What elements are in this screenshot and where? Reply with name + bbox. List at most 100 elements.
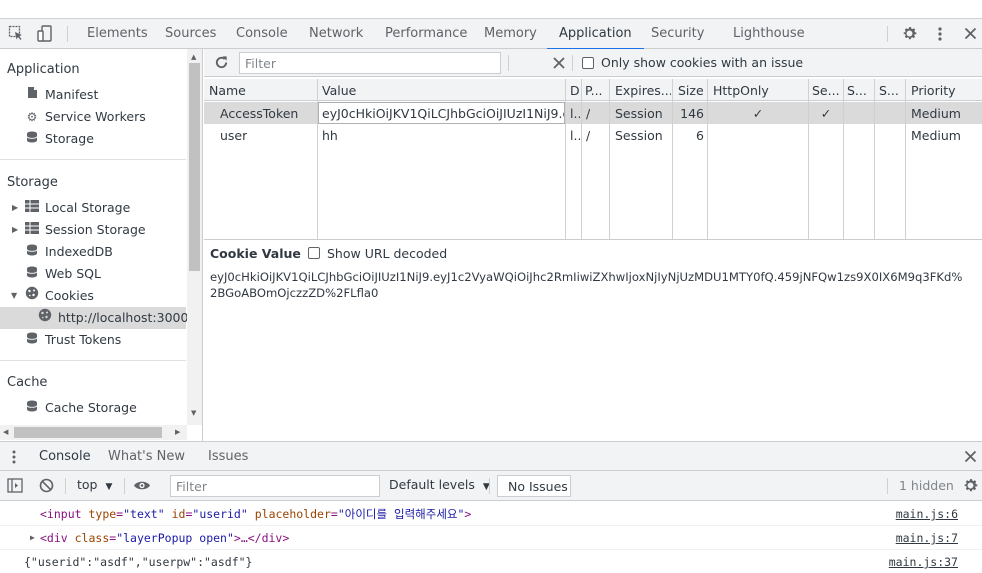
console-element-input[interactable]: <input type="text" id="userid" placehold…	[40, 502, 471, 526]
only-issue-checkbox[interactable]	[582, 57, 594, 69]
drawer-tab-console[interactable]: Console	[27, 442, 103, 473]
console-settings-gear-icon[interactable]	[962, 477, 979, 494]
column-header-httponly[interactable]: HttpOnly	[713, 80, 769, 102]
tab-lighthouse[interactable]: Lighthouse	[733, 19, 805, 49]
cell-expires[interactable]: Session	[615, 103, 663, 125]
column-header-expires[interactable]: Expires...	[615, 80, 671, 102]
sidebar-item-web-sql[interactable]: Web SQL	[25, 263, 101, 285]
scroll-down-arrow-icon[interactable]: ▼	[191, 409, 196, 417]
sidebar-item-cache-storage[interactable]: Cache Storage	[25, 397, 137, 419]
console-message[interactable]: ▶ <div class="layerPopup open">…</div> m…	[0, 526, 982, 550]
sidebar-vertical-scrollbar[interactable]: ▲ ▼	[187, 49, 202, 425]
column-header-name[interactable]: Name	[209, 80, 246, 102]
cell-samesite[interactable]	[847, 125, 873, 147]
scrollbar-thumb[interactable]	[189, 63, 200, 271]
cell-secure[interactable]	[809, 125, 843, 147]
cookie-value-text[interactable]: eyJ0cHkiOiJKV1QiLCJhbGciOiJIUzI1NiJ9.eyJ…	[210, 269, 982, 301]
column-header-secure[interactable]: Se...	[812, 80, 842, 102]
refresh-icon[interactable]	[214, 55, 229, 70]
cell-name[interactable]: AccessToken	[220, 103, 298, 125]
column-header-domain[interactable]: D	[570, 80, 580, 102]
cell-path[interactable]: /	[586, 125, 590, 147]
cell-name[interactable]: user	[220, 125, 247, 147]
console-filter-input[interactable]: Filter	[170, 475, 380, 497]
cell-size[interactable]: 6	[674, 125, 704, 147]
sidebar-item-cookies[interactable]: Cookies	[25, 285, 94, 307]
column-header-sameparty[interactable]: S...	[879, 80, 904, 102]
cell-path[interactable]: /	[586, 103, 590, 125]
tab-memory[interactable]: Memory	[484, 19, 537, 49]
tab-application[interactable]: Application	[547, 19, 644, 50]
cell-value[interactable]: hh	[322, 125, 564, 147]
settings-gear-icon[interactable]	[901, 25, 918, 42]
context-selector[interactable]: top ▼	[77, 477, 112, 492]
sidebar-item-local-storage[interactable]: Local Storage	[25, 197, 130, 219]
collapse-arrow-icon[interactable]: ▼	[11, 291, 17, 300]
cookies-filter-input[interactable]: Filter	[239, 52, 501, 74]
more-options-icon[interactable]	[935, 26, 945, 42]
tab-network[interactable]: Network	[309, 19, 363, 49]
console-element-div[interactable]: <div class="layerPopup open">…</div>	[40, 526, 289, 550]
show-url-decoded-checkbox[interactable]	[308, 247, 320, 259]
drawer-tab-issues[interactable]: Issues	[208, 442, 248, 472]
column-header-value[interactable]: Value	[322, 80, 356, 102]
live-expression-eye-icon[interactable]	[133, 479, 151, 492]
cell-httponly[interactable]: ✓	[708, 103, 808, 125]
column-header-samesite[interactable]: S...	[847, 80, 873, 102]
source-link[interactable]: main.js:37	[889, 550, 958, 573]
clear-all-cookies-icon[interactable]	[553, 57, 565, 69]
cell-httponly[interactable]	[708, 125, 808, 147]
cell-domain[interactable]: l..	[570, 103, 580, 125]
drawer-tab-whats-new[interactable]: What's New	[108, 442, 185, 472]
sidebar-item-label: http://localhost:3000	[58, 310, 189, 325]
sidebar-item-service-workers[interactable]: ⚙ Service Workers	[25, 106, 146, 128]
tab-performance[interactable]: Performance	[385, 19, 467, 49]
scroll-left-arrow-icon[interactable]: ◀	[3, 428, 8, 436]
sidebar-horizontal-scrollbar[interactable]: ◀ ▶	[0, 425, 187, 440]
source-link[interactable]: main.js:7	[896, 526, 958, 550]
console-message[interactable]: {"userid":"asdf","userpw":"asdf"} main.j…	[0, 550, 982, 573]
sidebar-item-storage[interactable]: Storage	[25, 128, 94, 150]
cell-sameparty[interactable]	[879, 125, 904, 147]
scroll-right-arrow-icon[interactable]: ▶	[175, 428, 180, 436]
expand-arrow-icon[interactable]: ▶	[12, 203, 18, 212]
sidebar-item-trust-tokens[interactable]: Trust Tokens	[25, 329, 121, 351]
sidebar-item-cookie-origin[interactable]: http://localhost:3000	[0, 307, 189, 329]
log-levels-dropdown[interactable]: Default levels ▼	[389, 477, 490, 492]
scroll-up-arrow-icon[interactable]: ▲	[191, 53, 196, 61]
cell-priority[interactable]: Medium	[911, 103, 961, 125]
cell-samesite[interactable]	[847, 103, 873, 125]
close-devtools-icon[interactable]	[964, 27, 977, 40]
drawer-menu-icon[interactable]	[11, 449, 17, 465]
sidebar-item-manifest[interactable]: Manifest	[25, 84, 98, 106]
device-toolbar-icon[interactable]	[37, 25, 53, 42]
inspect-element-icon[interactable]	[8, 25, 24, 41]
issues-counter-button[interactable]: No Issues	[497, 475, 571, 497]
console-message[interactable]: <input type="text" id="userid" placehold…	[0, 502, 982, 526]
clear-console-icon[interactable]	[39, 478, 54, 493]
column-header-path[interactable]: P...	[585, 80, 608, 102]
dropdown-arrow-icon: ▼	[105, 482, 113, 492]
cell-value[interactable]: eyJ0cHkiOiJKV1QiLCJhbGciOiJIUzI1NiJ9.eyJ	[322, 103, 564, 125]
close-drawer-icon[interactable]	[964, 450, 977, 463]
tab-console[interactable]: Console	[236, 19, 288, 49]
column-header-size[interactable]: Size	[678, 80, 704, 102]
cell-sameparty[interactable]	[879, 103, 904, 125]
scrollbar-thumb[interactable]	[14, 427, 162, 438]
sidebar-item-indexeddb[interactable]: IndexedDB	[25, 241, 113, 263]
source-link[interactable]: main.js:6	[896, 502, 958, 526]
sidebar-item-session-storage[interactable]: Session Storage	[25, 219, 146, 241]
show-sidebar-icon[interactable]	[7, 478, 23, 493]
expand-triangle-icon[interactable]: ▶	[30, 526, 35, 550]
expand-arrow-icon[interactable]: ▶	[12, 225, 18, 234]
cell-expires[interactable]: Session	[615, 125, 663, 147]
cell-domain[interactable]: l..	[570, 125, 580, 147]
section-header-storage: Storage	[7, 175, 58, 190]
cell-secure[interactable]: ✓	[809, 103, 843, 125]
tab-sources[interactable]: Sources	[165, 19, 216, 49]
cell-size[interactable]: 146	[674, 103, 704, 125]
column-header-priority[interactable]: Priority	[911, 80, 956, 102]
cell-priority[interactable]: Medium	[911, 125, 961, 147]
tab-security[interactable]: Security	[651, 19, 704, 49]
tab-elements[interactable]: Elements	[87, 19, 148, 49]
